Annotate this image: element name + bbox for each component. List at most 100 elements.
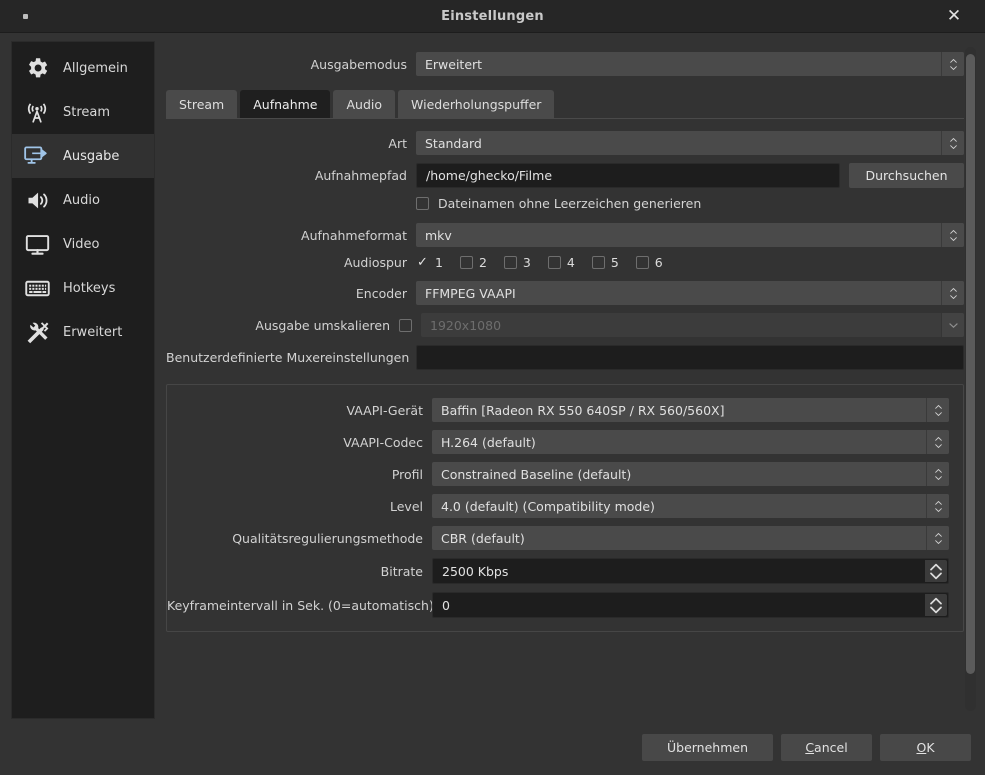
spinner-icon[interactable]	[926, 494, 949, 518]
no-space-filenames-checkbox[interactable]: Dateinamen ohne Leerzeichen generieren	[416, 196, 701, 211]
spinner-icon[interactable]	[926, 430, 949, 454]
checkbox-box[interactable]	[503, 256, 517, 269]
bitrate-stepper[interactable]	[925, 560, 947, 582]
audio-track-2[interactable]: 2	[459, 255, 487, 270]
rate-control-row: Qualitätsregulierungsmethode CBR (defaul…	[167, 526, 963, 550]
sidebar-item-hotkeys[interactable]: Hotkeys	[12, 266, 154, 310]
display-icon	[22, 229, 52, 259]
bitrate-value: 2500 Kbps	[442, 563, 509, 579]
sidebar-item-allgemein[interactable]: Allgemein	[12, 46, 154, 90]
chevron-down-icon[interactable]	[930, 606, 942, 614]
sidebar-item-audio[interactable]: Audio	[12, 178, 154, 222]
profile-select[interactable]: Constrained Baseline (default)	[432, 462, 949, 486]
chevron-up-icon[interactable]	[930, 563, 942, 571]
browse-button[interactable]: Durchsuchen	[849, 163, 964, 188]
scrollbar-thumb[interactable]	[966, 54, 975, 674]
audio-track-5[interactable]: 5	[591, 255, 619, 270]
recording-format-label: Aufnahmeformat	[301, 227, 407, 243]
broadcast-icon	[22, 97, 52, 127]
recording-path-input[interactable]: /home/ghecko/Filme	[416, 163, 840, 188]
rate-control-label: Qualitätsregulierungsmethode	[232, 530, 423, 546]
keyframe-input[interactable]: 0	[432, 592, 949, 618]
checkbox-box[interactable]	[635, 256, 649, 269]
recording-type-select[interactable]: Standard	[416, 131, 964, 155]
rescale-label: Ausgabe umskalieren	[255, 317, 390, 333]
audio-track-6[interactable]: 6	[635, 255, 663, 270]
sidebar-item-stream[interactable]: Stream	[12, 90, 154, 134]
muxer-settings-label: Benutzerdefinierte Muxereinstellungen	[166, 350, 410, 365]
no-space-filenames-row: Dateinamen ohne Leerzeichen generieren	[166, 196, 964, 211]
close-icon[interactable]: ✕	[937, 0, 971, 32]
sidebar-item-erweitert[interactable]: Erweitert	[12, 310, 154, 354]
ok-mnemonic: O	[916, 739, 927, 755]
tab-audio[interactable]: Audio	[333, 90, 396, 118]
audio-track-4[interactable]: 4	[547, 255, 575, 270]
checkbox-box[interactable]	[459, 256, 473, 269]
vaapi-codec-select[interactable]: H.264 (default)	[432, 430, 949, 454]
checkbox-checked-icon[interactable]: ✓	[416, 256, 429, 269]
keyframe-stepper[interactable]	[925, 594, 947, 616]
audio-track-row: Audiospur ✓ 1 2 3 4 5 6	[166, 255, 964, 270]
spinner-icon[interactable]	[941, 131, 964, 155]
chevron-down-icon	[934, 475, 942, 480]
rescale-resolution-value: 1920x1080	[430, 317, 502, 333]
recording-path-value: /home/ghecko/Filme	[426, 168, 553, 183]
dialog-body: Allgemein Stream Ausgabe Audio Video Hot…	[0, 33, 985, 719]
sidebar-item-label: Erweitert	[63, 324, 123, 340]
spinner-icon[interactable]	[941, 223, 964, 247]
chevron-up-icon[interactable]	[930, 597, 942, 605]
level-select[interactable]: 4.0 (default) (Compatibility mode)	[432, 494, 949, 518]
vaapi-device-select[interactable]: Baffin [Radeon RX 550 640SP / RX 560/560…	[432, 398, 949, 422]
sidebar-item-video[interactable]: Video	[12, 222, 154, 266]
audio-track-3[interactable]: 3	[503, 255, 531, 270]
vertical-scrollbar[interactable]	[965, 47, 976, 711]
dropdown-arrow	[941, 313, 964, 337]
level-row: Level 4.0 (default) (Compatibility mode)	[167, 494, 963, 518]
window-title: Einstellungen	[441, 8, 544, 24]
audio-track-1[interactable]: ✓ 1	[416, 255, 443, 270]
spinner-icon[interactable]	[941, 52, 964, 76]
sidebar-item-label: Hotkeys	[63, 280, 116, 296]
checkbox-box[interactable]	[416, 197, 429, 210]
recording-path-label: Aufnahmepfad	[314, 168, 407, 183]
muxer-settings-input[interactable]	[416, 345, 964, 370]
audio-track-number: 1	[435, 255, 443, 270]
cancel-button[interactable]: Cancel	[781, 733, 872, 761]
chevron-up-icon	[949, 229, 957, 234]
checkbox-box[interactable]	[591, 256, 605, 269]
spinner-icon[interactable]	[941, 281, 964, 305]
recording-format-select[interactable]: mkv	[416, 223, 964, 247]
monitor-arrow-icon	[22, 141, 52, 171]
tab-wiederholungspuffer[interactable]: Wiederholungspuffer	[398, 90, 555, 118]
tab-stream[interactable]: Stream	[166, 90, 238, 118]
keyboard-icon	[22, 273, 52, 303]
no-space-filenames-label: Dateinamen ohne Leerzeichen generieren	[438, 196, 702, 211]
chevron-down-icon[interactable]	[930, 572, 942, 580]
level-value: 4.0 (default) (Compatibility mode)	[441, 498, 655, 514]
chevron-up-icon	[949, 137, 957, 142]
ok-button[interactable]: OK	[880, 733, 971, 761]
chevron-up-icon	[934, 468, 942, 473]
tab-aufnahme[interactable]: Aufnahme	[240, 90, 331, 118]
spinner-icon[interactable]	[926, 398, 949, 422]
checkbox-box[interactable]	[547, 256, 561, 269]
profile-label: Profil	[391, 466, 423, 482]
level-label: Level	[390, 498, 423, 514]
rate-control-select[interactable]: CBR (default)	[432, 526, 949, 550]
recording-path-row: Aufnahmepfad /home/ghecko/Filme Durchsuc…	[166, 163, 964, 188]
bitrate-input[interactable]: 2500 Kbps	[432, 558, 949, 584]
apply-button[interactable]: Übernehmen	[642, 733, 773, 761]
encoder-select[interactable]: FFMPEG VAAPI	[416, 281, 964, 305]
output-mode-select[interactable]: Erweitert	[416, 52, 964, 76]
spinner-icon[interactable]	[926, 462, 949, 486]
speaker-icon	[22, 185, 52, 215]
chevron-down-icon	[934, 411, 942, 416]
sidebar-item-ausgabe[interactable]: Ausgabe	[12, 134, 154, 178]
vaapi-codec-label: VAAPI-Codec	[343, 434, 423, 450]
dialog-footer: Übernehmen Cancel OK	[0, 719, 985, 775]
rescale-checkbox[interactable]	[399, 318, 412, 332]
chevron-up-icon	[934, 436, 942, 441]
spinner-icon[interactable]	[926, 526, 949, 550]
vaapi-device-value: Baffin [Radeon RX 550 640SP / RX 560/560…	[441, 402, 725, 418]
chevron-up-icon	[934, 532, 942, 537]
